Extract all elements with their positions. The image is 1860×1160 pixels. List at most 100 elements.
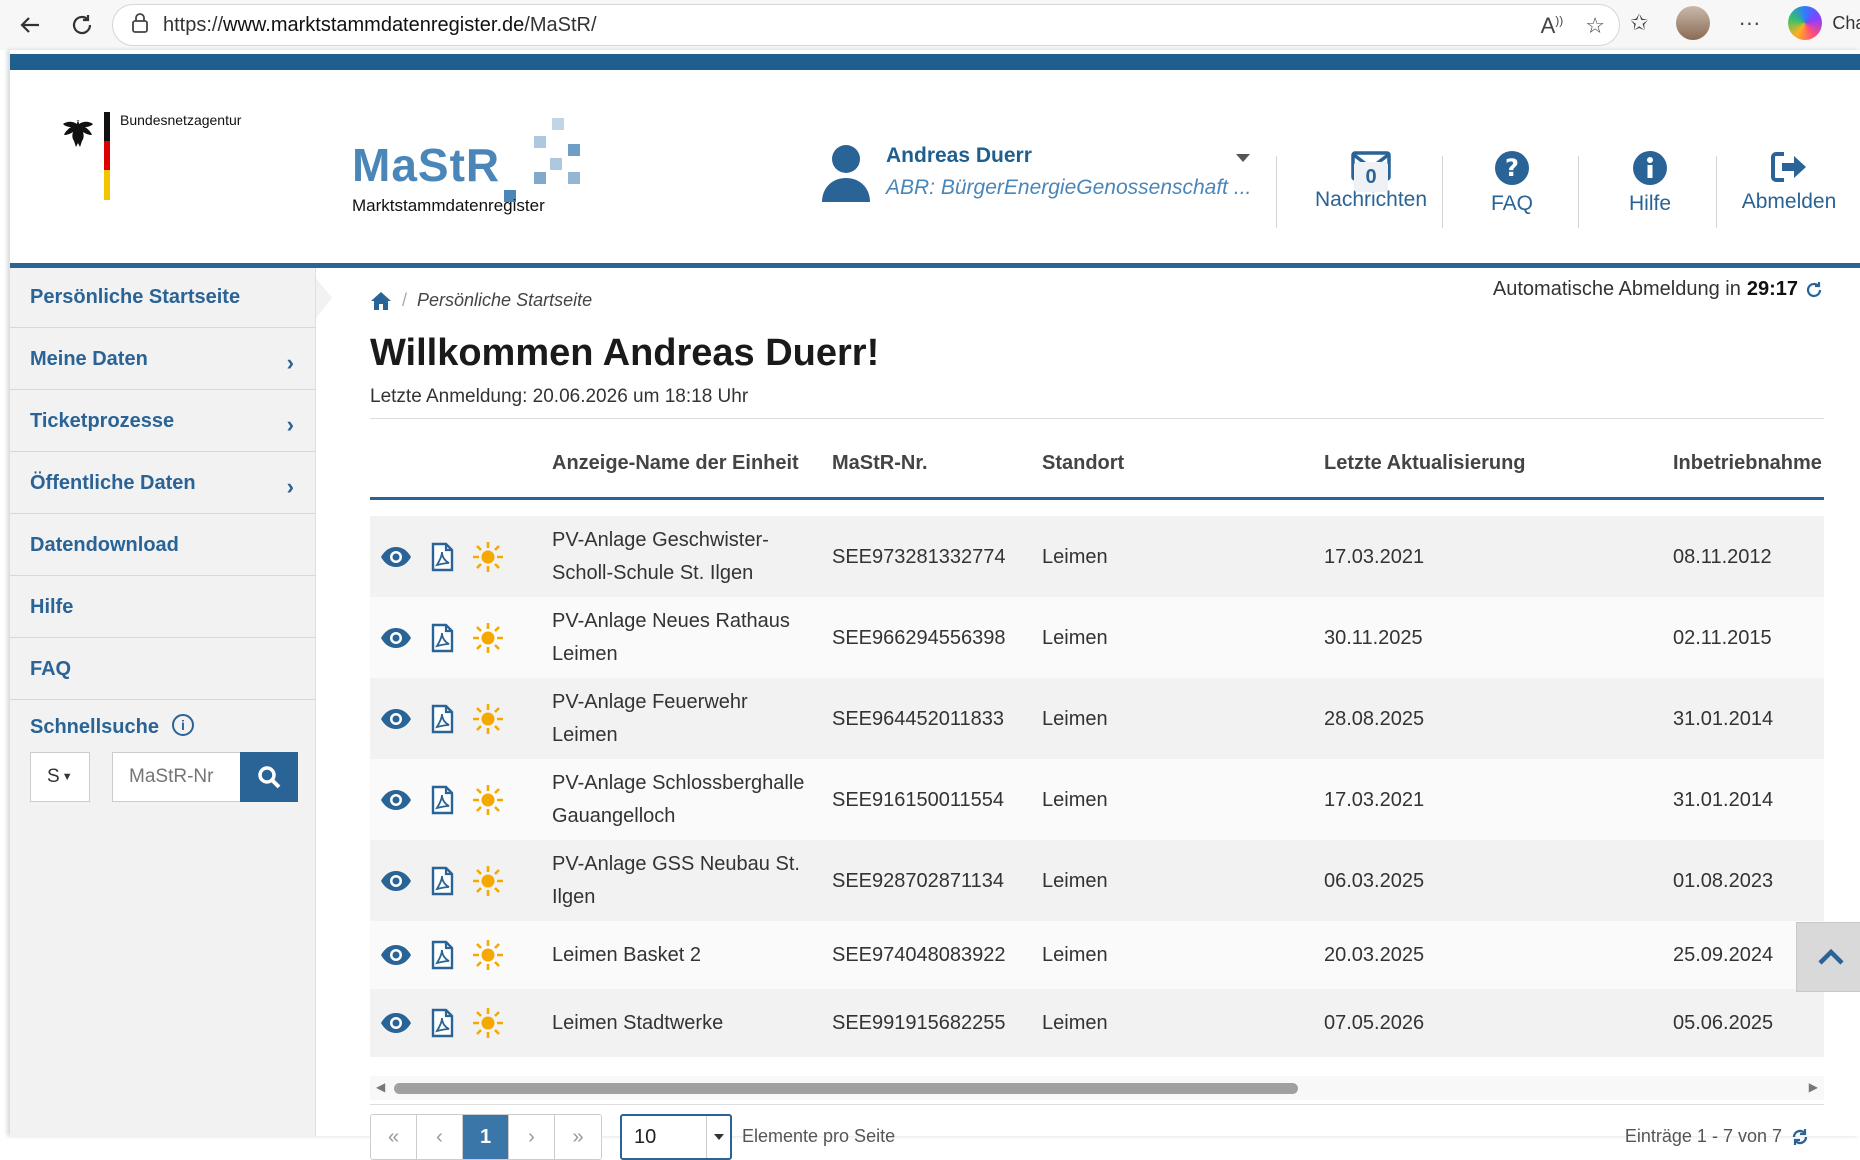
search-icon bbox=[258, 766, 281, 789]
eagle-icon bbox=[63, 120, 93, 147]
logout-button[interactable]: Abmelden bbox=[1734, 150, 1844, 250]
column-header-name[interactable]: Anzeige-Name der Einheit bbox=[552, 452, 799, 475]
entries-count: Einträge 1 - 7 von 7 bbox=[1625, 1126, 1810, 1147]
cell-name: Leimen Basket 2 bbox=[552, 944, 701, 966]
column-header-letzte-aktualisierung[interactable]: Letzte Aktualisierung bbox=[1324, 452, 1526, 475]
page-title: Willkommen Andreas Duerr! bbox=[370, 332, 880, 374]
cell-mastr-nr: SEE964452011833 bbox=[832, 707, 1005, 730]
mastr-logo[interactable]: MaStR Marktstammdatenregister bbox=[352, 114, 592, 215]
cell-name: PV-Anlage Schlossberghalle Gauangelloch bbox=[552, 771, 805, 827]
refresh-icon[interactable] bbox=[1804, 280, 1824, 300]
eye-icon[interactable] bbox=[380, 865, 412, 897]
pdf-icon[interactable] bbox=[426, 622, 458, 654]
eye-icon[interactable] bbox=[380, 939, 412, 971]
table-row[interactable]: Leimen Stadtwerke SEE991915682255 Leimen 07… bbox=[370, 989, 1824, 1057]
page-prev-button[interactable]: ‹ bbox=[417, 1115, 463, 1159]
sun-icon bbox=[472, 703, 504, 735]
page-size-select[interactable]: 10 bbox=[620, 1114, 732, 1160]
page-last-button[interactable]: » bbox=[555, 1115, 601, 1159]
eye-icon[interactable] bbox=[380, 622, 412, 654]
sun-icon bbox=[472, 541, 504, 573]
refresh-icon[interactable] bbox=[1790, 1127, 1810, 1147]
user-name: Andreas Duerr bbox=[886, 144, 1032, 167]
page-current-button[interactable]: 1 bbox=[463, 1115, 509, 1159]
cell-name: PV-Anlage Geschwister- Scholl-Schule St. … bbox=[552, 528, 769, 584]
scroll-to-top-button[interactable] bbox=[1796, 922, 1860, 992]
page-size-label: Elemente pro Seite bbox=[742, 1126, 896, 1146]
help-button[interactable]: Hilfe bbox=[1610, 150, 1690, 250]
sidebar-item-oeffentliche-daten[interactable]: Öffentliche Daten › bbox=[10, 454, 316, 514]
user-organization: ABR: BürgerEnergieGenossenschaft ... bbox=[886, 176, 1252, 199]
pdf-icon[interactable] bbox=[426, 703, 458, 735]
home-icon[interactable] bbox=[370, 291, 392, 311]
more-icon[interactable]: ··· bbox=[1738, 10, 1760, 36]
pdf-icon[interactable] bbox=[426, 1007, 458, 1039]
table-row[interactable]: PV-Anlage GSS Neubau St. Ilgen SEE92870287… bbox=[370, 840, 1824, 921]
quicksearch-info-icon[interactable]: i bbox=[172, 714, 194, 736]
eye-icon[interactable] bbox=[380, 541, 412, 573]
quicksearch-button[interactable] bbox=[240, 752, 298, 802]
caret-down-icon[interactable] bbox=[1236, 154, 1250, 162]
table-row[interactable]: PV-Anlage Feuerwehr Leimen SEE964452011833… bbox=[370, 678, 1824, 759]
cell-mastr-nr: SEE916150011554 bbox=[832, 788, 1005, 811]
german-flag-bar bbox=[104, 112, 110, 200]
scroll-left-icon[interactable]: ◀ bbox=[376, 1080, 385, 1094]
pdf-icon[interactable] bbox=[426, 865, 458, 897]
table-row[interactable]: PV-Anlage Neues Rathaus Leimen SEE96629455… bbox=[370, 597, 1824, 678]
faq-button[interactable]: ? FAQ bbox=[1472, 150, 1552, 250]
copilot-icon[interactable] bbox=[1788, 6, 1823, 40]
quicksearch-input[interactable] bbox=[112, 752, 240, 802]
cell-inbetriebnahme: 05.06.2025 bbox=[1673, 1012, 1774, 1034]
faq-label: FAQ bbox=[1490, 192, 1533, 215]
sidebar-item-datendownload[interactable]: Datendownload bbox=[10, 516, 316, 576]
caret-down-icon bbox=[706, 1116, 730, 1158]
eye-icon[interactable] bbox=[380, 703, 412, 735]
pdf-icon[interactable] bbox=[426, 939, 458, 971]
eye-icon[interactable] bbox=[380, 784, 412, 816]
chat-label[interactable]: Chat bbox=[1832, 13, 1860, 34]
user-menu[interactable]: Andreas Duerr ABR: BürgerEnergieGenossen… bbox=[820, 134, 1252, 214]
pdf-icon[interactable] bbox=[426, 541, 458, 573]
cell-letzte-aktualisierung: 20.03.2025 bbox=[1324, 944, 1425, 966]
chevron-right-icon: › bbox=[286, 474, 294, 499]
sidebar-item-faq[interactable]: FAQ bbox=[10, 640, 316, 700]
address-bar[interactable]: https://www.marktstammdatenregister.de/M… bbox=[112, 4, 1620, 46]
page-first-button[interactable]: « bbox=[371, 1115, 417, 1159]
horizontal-scrollbar[interactable]: ◀ ▶ bbox=[370, 1076, 1824, 1100]
column-header-standort[interactable]: Standort bbox=[1042, 452, 1124, 475]
cell-standort: Leimen bbox=[1042, 944, 1108, 966]
reload-icon[interactable] bbox=[62, 5, 102, 45]
pdf-icon[interactable] bbox=[426, 784, 458, 816]
profile-avatar[interactable] bbox=[1676, 6, 1711, 40]
favorite-star-icon[interactable]: ☆ bbox=[1585, 13, 1605, 39]
sidebar-item-startseite[interactable]: Persönliche Startseite bbox=[10, 268, 332, 328]
scrollbar-thumb[interactable] bbox=[394, 1083, 1298, 1094]
cell-name: PV-Anlage Neues Rathaus Leimen bbox=[552, 609, 790, 665]
sidebar-item-ticketprozesse[interactable]: Ticketprozesse › bbox=[10, 392, 316, 452]
eye-icon[interactable] bbox=[380, 1007, 412, 1039]
pagination: « ‹ 1 › » bbox=[370, 1114, 602, 1160]
breadcrumb-current: Persönliche Startseite bbox=[417, 290, 593, 310]
favorites-icon[interactable]: ✩ bbox=[1630, 10, 1648, 36]
cell-mastr-nr: SEE966294556398 bbox=[832, 626, 1006, 649]
sidebar-item-meine-daten[interactable]: Meine Daten › bbox=[10, 330, 316, 390]
logo-word: MaStR bbox=[352, 139, 501, 191]
back-icon[interactable] bbox=[10, 5, 50, 45]
messages-button[interactable]: 0 Nachrichten bbox=[1296, 150, 1446, 250]
cell-standort: Leimen bbox=[1042, 869, 1108, 892]
read-aloud-icon[interactable]: A)) bbox=[1541, 13, 1564, 39]
table-row[interactable]: PV-Anlage Schlossberghalle Gauangelloch SE… bbox=[370, 759, 1824, 840]
page-next-button[interactable]: › bbox=[509, 1115, 555, 1159]
scroll-right-icon[interactable]: ▶ bbox=[1809, 1080, 1818, 1094]
cell-name: PV-Anlage GSS Neubau St. Ilgen bbox=[552, 852, 800, 908]
column-header-inbetriebnahme[interactable]: Inbetriebnahme bbox=[1673, 452, 1822, 475]
bundesnetzagentur-logo[interactable]: Bundesnetzagentur bbox=[62, 100, 282, 200]
agency-name: Bundesnetzagentur bbox=[120, 112, 242, 128]
cell-standort: Leimen bbox=[1042, 707, 1108, 730]
table-row[interactable]: Leimen Basket 2 SEE974048083922 Leimen 20.0… bbox=[370, 921, 1824, 989]
quicksearch-type-select[interactable]: S ▼ bbox=[30, 752, 90, 802]
column-header-mastr-nr[interactable]: MaStR-Nr. bbox=[832, 452, 928, 475]
table-row[interactable]: PV-Anlage Geschwister- Scholl-Schule St. … bbox=[370, 516, 1824, 597]
sidebar-item-hilfe[interactable]: Hilfe bbox=[10, 578, 316, 638]
cell-inbetriebnahme: 01.08.2023 bbox=[1673, 869, 1774, 892]
